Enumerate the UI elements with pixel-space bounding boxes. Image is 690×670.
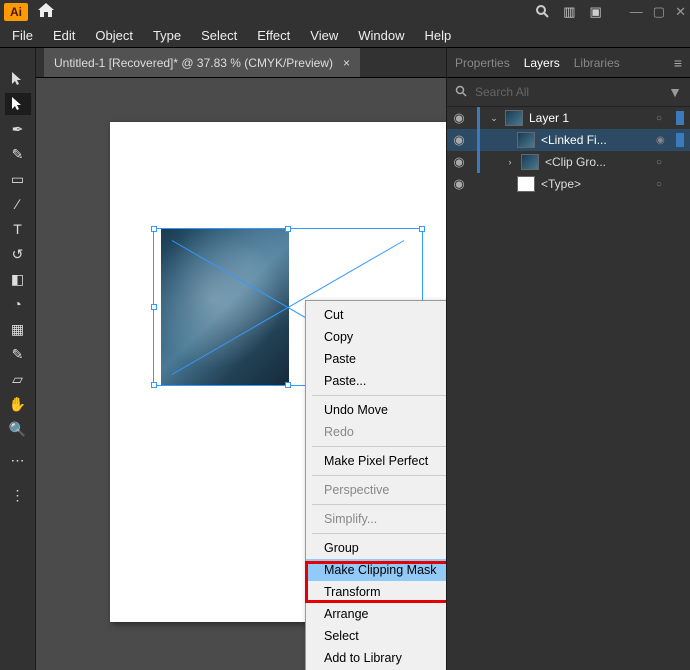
target-icon[interactable]: ◉ (656, 135, 668, 146)
selection-tool[interactable] (5, 68, 31, 90)
panel-tab-layers[interactable]: Layers (524, 56, 560, 70)
ctx-arrange[interactable]: Arrange▶ (306, 603, 446, 625)
eraser-tool[interactable]: ◧ (5, 268, 31, 290)
hand-tool[interactable]: ✋ (5, 393, 31, 415)
menubar: File Edit Object Type Select Effect View… (0, 24, 690, 48)
home-icon[interactable] (38, 3, 54, 22)
document-tab[interactable]: Untitled-1 [Recovered]* @ 37.83 % (CMYK/… (44, 48, 360, 77)
layer-name: <Linked Fi... (541, 133, 650, 147)
layer-name: <Type> (541, 177, 650, 191)
rectangle-tool[interactable]: ▭ (5, 168, 31, 190)
layer-row-root[interactable]: ◉ ⌄ Layer 1 ○ (447, 107, 690, 129)
layer-row-type[interactable]: ◉ <Type> ○ (447, 173, 690, 195)
layer-thumb (521, 154, 539, 170)
expand-toggle[interactable]: ⌄ (489, 113, 499, 124)
workspace-icon[interactable]: ▣ (590, 4, 602, 20)
close-icon[interactable]: ✕ (675, 4, 686, 20)
layer-name: <Clip Gro... (545, 155, 650, 169)
direct-selection-tool[interactable] (5, 93, 31, 115)
visibility-toggle[interactable]: ◉ (447, 176, 471, 192)
ctx-undo[interactable]: Undo Move (306, 399, 446, 421)
curvature-tool[interactable]: ✎ (5, 143, 31, 165)
layer-row-linked-file[interactable]: ◉ <Linked Fi... ◉ (447, 129, 690, 151)
arrange-windows-icon[interactable]: ▥ (563, 4, 575, 20)
zoom-tool[interactable]: 🔍 (5, 418, 31, 440)
panel-tab-libraries[interactable]: Libraries (574, 56, 620, 70)
selection-indicator (676, 133, 684, 147)
selection-indicator (676, 155, 684, 169)
type-tool[interactable]: T (5, 218, 31, 240)
search-icon[interactable] (535, 4, 549, 21)
maximize-icon[interactable]: ▢ (653, 4, 665, 20)
expand-toggle[interactable]: › (505, 157, 515, 167)
ctx-simplify: Simplify... (306, 508, 446, 530)
visibility-toggle[interactable]: ◉ (447, 132, 471, 148)
visibility-toggle[interactable]: ◉ (447, 154, 471, 170)
close-tab-icon[interactable]: × (343, 56, 350, 70)
artboard-tool[interactable]: ▱ (5, 368, 31, 390)
search-icon (455, 85, 467, 100)
menu-effect[interactable]: Effect (249, 26, 298, 45)
menu-object[interactable]: Object (87, 26, 141, 45)
edit-toolbar[interactable]: ⋮ (5, 484, 31, 506)
document-tab-title: Untitled-1 [Recovered]* @ 37.83 % (CMYK/… (54, 56, 333, 70)
layer-name: Layer 1 (529, 111, 650, 125)
layer-thumb (505, 110, 523, 126)
context-menu: Cut Copy Paste Paste...▶ Undo Move Redo … (305, 300, 446, 670)
menu-file[interactable]: File (4, 26, 41, 45)
eyedropper-tool[interactable]: ✎ (5, 343, 31, 365)
target-icon[interactable]: ○ (656, 113, 668, 124)
menu-select[interactable]: Select (193, 26, 245, 45)
layers-list: ◉ ⌄ Layer 1 ○ ◉ <Linked Fi... ◉ ◉ (447, 107, 690, 670)
tools-panel: ✒ ✎ ▭ ∕ T ↺ ◧ ◔ ▦ ✎ ▱ ✋ 🔍 ⋯ ⋮ (0, 48, 36, 670)
ctx-group[interactable]: Group (306, 537, 446, 559)
menu-edit[interactable]: Edit (45, 26, 83, 45)
menu-help[interactable]: Help (416, 26, 459, 45)
pen-tool[interactable]: ✒ (5, 118, 31, 140)
ctx-cut[interactable]: Cut (306, 304, 446, 326)
target-icon[interactable]: ○ (656, 157, 668, 168)
ctx-redo: Redo (306, 421, 446, 443)
canvas[interactable]: Cut Copy Paste Paste...▶ Undo Move Redo … (36, 78, 446, 670)
ctx-paste-submenu[interactable]: Paste...▶ (306, 370, 446, 392)
ctx-add-to-library[interactable]: Add to Library (306, 647, 446, 669)
panel-tab-properties[interactable]: Properties (455, 56, 510, 70)
ctx-make-clipping-mask[interactable]: Make Clipping Mask (306, 559, 446, 581)
selection-indicator (676, 111, 684, 125)
selection-indicator (676, 177, 684, 191)
app-logo: Ai (4, 3, 28, 21)
paintbrush-tool[interactable]: ∕ (5, 193, 31, 215)
layer-thumb (517, 176, 535, 192)
layer-thumb (517, 132, 535, 148)
menu-window[interactable]: Window (350, 26, 412, 45)
ctx-select[interactable]: Select▶ (306, 625, 446, 647)
ctx-copy[interactable]: Copy (306, 326, 446, 348)
menu-type[interactable]: Type (145, 26, 189, 45)
visibility-toggle[interactable]: ◉ (447, 110, 471, 126)
layer-row-clip-group[interactable]: ◉ › <Clip Gro... ○ (447, 151, 690, 173)
menu-view[interactable]: View (302, 26, 346, 45)
gradient-tool[interactable]: ▦ (5, 318, 31, 340)
ctx-make-pixel-perfect[interactable]: Make Pixel Perfect (306, 450, 446, 472)
target-icon[interactable]: ○ (656, 179, 668, 190)
layers-search-input[interactable] (475, 85, 660, 99)
ctx-paste[interactable]: Paste (306, 348, 446, 370)
more-tools[interactable]: ⋯ (5, 449, 31, 471)
ctx-perspective: Perspective▶ (306, 479, 446, 501)
filter-icon[interactable]: ▼ (668, 84, 682, 100)
rotate-tool[interactable]: ↺ (5, 243, 31, 265)
ctx-transform[interactable]: Transform▶ (306, 581, 446, 603)
placed-image[interactable] (161, 228, 289, 386)
shape-builder-tool[interactable]: ◔ (5, 293, 31, 315)
panel-menu-icon[interactable]: ≡ (674, 55, 682, 71)
minimize-icon[interactable]: — (630, 4, 643, 20)
